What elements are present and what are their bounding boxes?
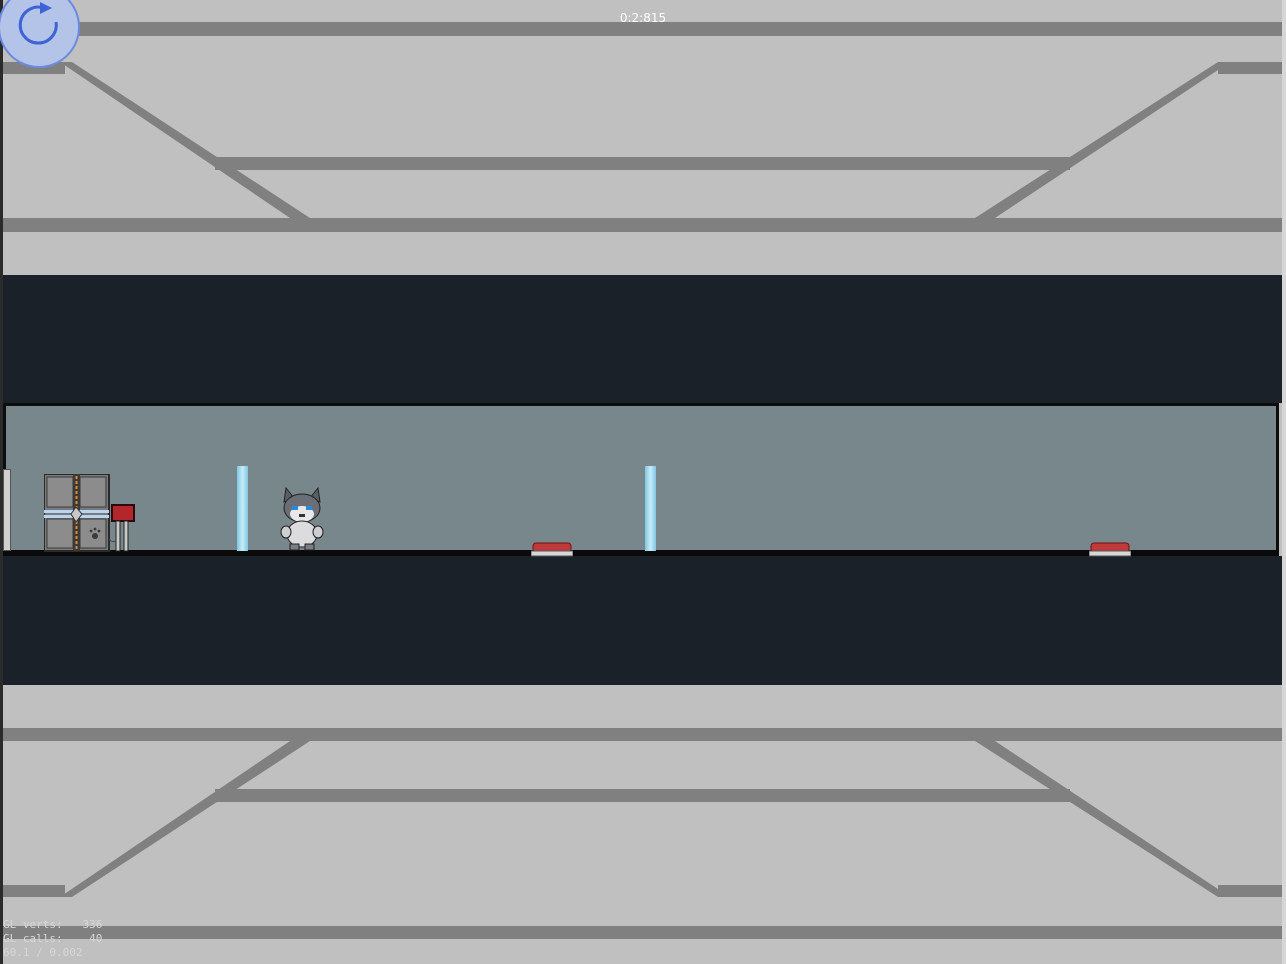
restart-icon [18, 2, 58, 45]
red-lever[interactable] [108, 503, 136, 553]
top-right-strut [975, 62, 1230, 218]
bottom-upper-girder [3, 728, 1282, 741]
top-left-strut [60, 62, 310, 218]
laser-barrier [237, 466, 248, 551]
red-floor-button[interactable] [531, 541, 573, 557]
debug-gl-calls: GL calls: 40 [3, 932, 103, 945]
corridor-floor [3, 550, 1279, 556]
bottom-right-ledge [1218, 885, 1282, 897]
top-lower-girder [3, 218, 1282, 232]
level-timer: 0:2:815 [619, 11, 667, 25]
corridor [3, 403, 1279, 555]
upper-dark-band [3, 275, 1282, 403]
bottom-left-strut [60, 741, 310, 897]
lower-dark-band [3, 556, 1282, 685]
laser-barrier [645, 466, 656, 551]
debug-gl-verts: GL verts: 336 [3, 918, 103, 931]
bottom-girder [3, 926, 1282, 939]
bottom-mid-girder [215, 789, 1070, 802]
debug-fps: 60.1 / 0.002 [3, 946, 83, 959]
right-border [1282, 0, 1286, 964]
red-floor-button[interactable] [1089, 541, 1131, 557]
bottom-left-ledge [3, 885, 65, 897]
exit-door[interactable] [44, 474, 110, 552]
debug-stats: GL verts: 336 GL calls: 40 60.1 / 0.002 [3, 918, 102, 960]
cat-character[interactable] [278, 486, 326, 552]
left-wall-panel [3, 469, 11, 551]
top-mid-girder [215, 157, 1070, 170]
bottom-right-strut [975, 741, 1230, 897]
top-right-ledge [1218, 62, 1282, 74]
